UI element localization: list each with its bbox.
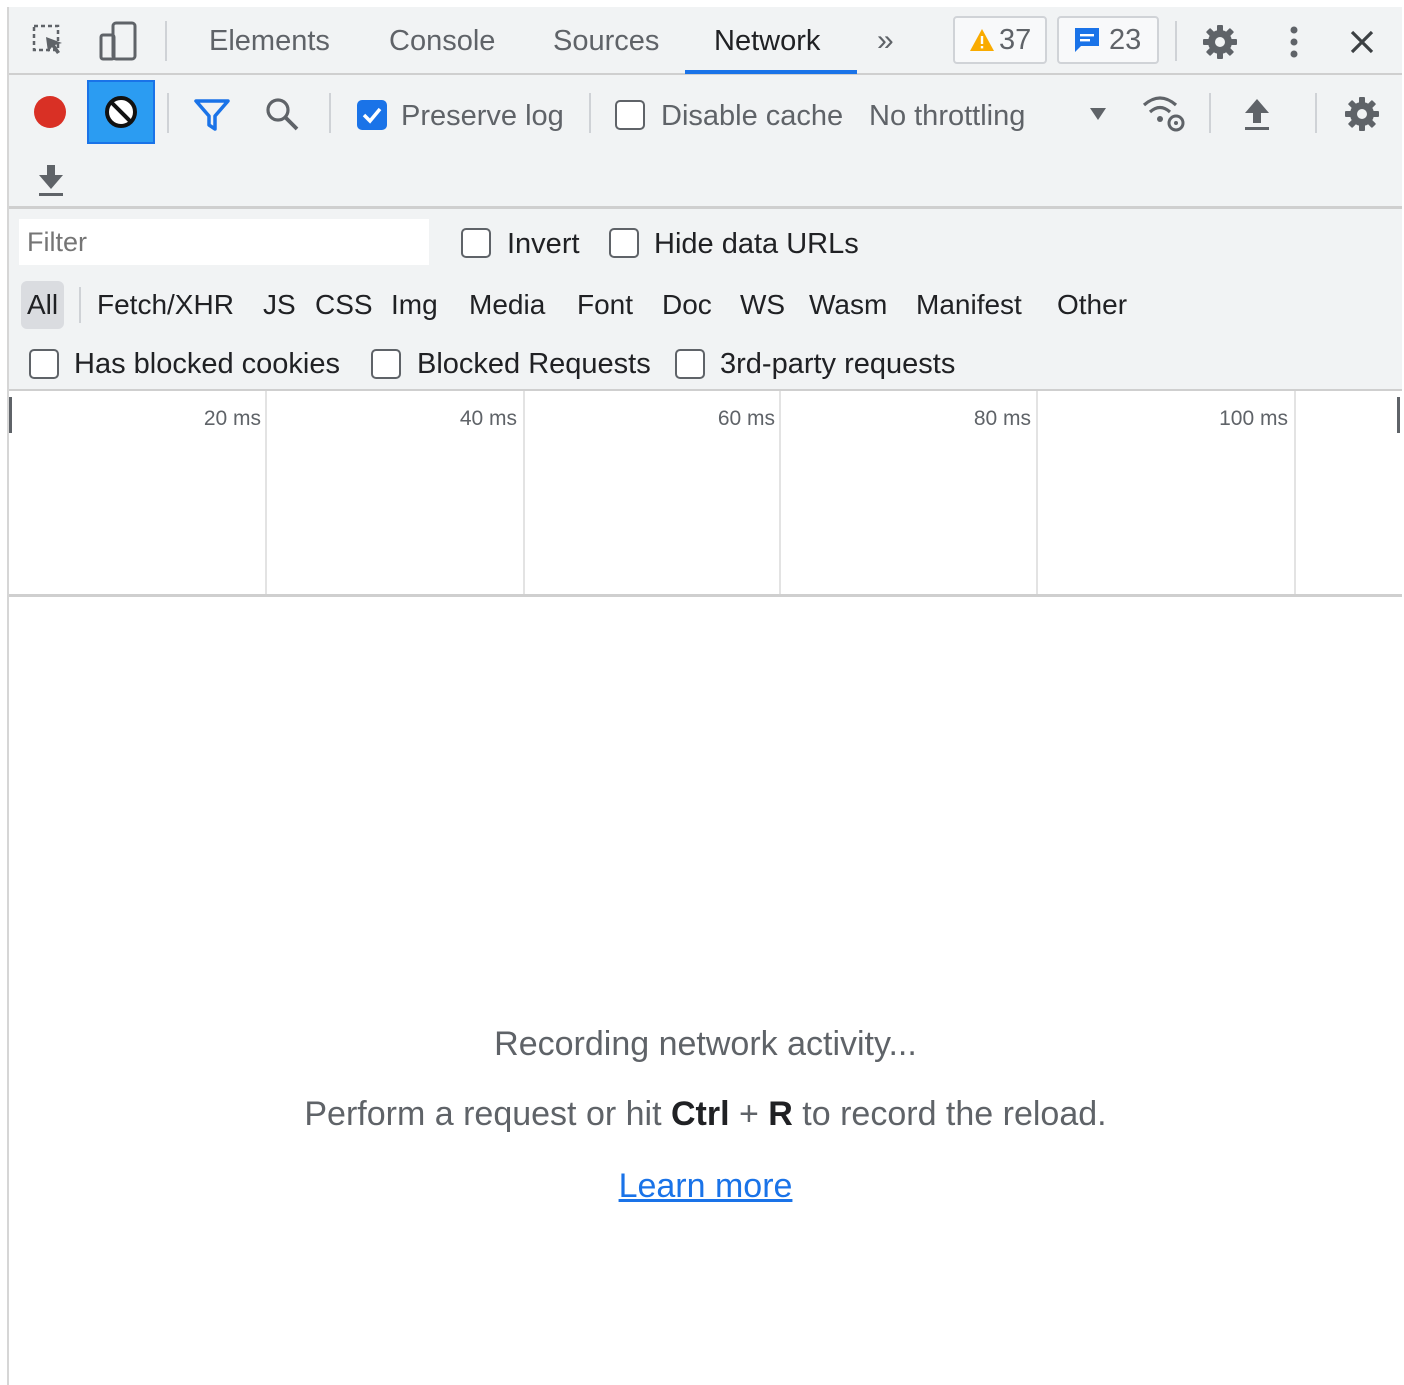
network-settings-gear-icon[interactable] <box>1341 93 1383 135</box>
tick-line <box>265 391 267 594</box>
type-filter-font[interactable]: Font <box>577 281 633 329</box>
search-icon[interactable] <box>261 93 303 135</box>
hide-data-urls-label: Hide data URLs <box>654 228 859 260</box>
tick-label: 60 ms <box>717 407 775 430</box>
type-filter-media[interactable]: Media <box>469 281 545 329</box>
tick-label: 20 ms <box>203 407 261 430</box>
type-filter-manifest[interactable]: Manifest <box>916 281 1022 329</box>
type-filter-doc[interactable]: Doc <box>662 281 712 329</box>
tick-line <box>1036 391 1038 594</box>
export-har-icon[interactable] <box>31 159 71 201</box>
devtools-tab-bar: Elements Console Sources Network » 37 23 <box>9 7 1402 75</box>
empty-state: Recording network activity... Perform a … <box>9 607 1402 1385</box>
inspect-element-icon[interactable] <box>29 21 69 61</box>
ctrl-key: Ctrl <box>670 1095 730 1133</box>
divider <box>1315 93 1317 133</box>
gear-icon[interactable] <box>1199 21 1241 63</box>
type-filter-ws[interactable]: WS <box>740 281 785 329</box>
message-icon <box>1075 28 1099 52</box>
tab-sources[interactable]: Sources <box>553 7 659 75</box>
network-overview-timeline[interactable]: 20 ms 40 ms 60 ms 80 ms 100 ms <box>9 391 1402 597</box>
blocked-requests-checkbox[interactable] <box>371 349 401 379</box>
warnings-badge[interactable]: 37 <box>953 16 1047 64</box>
warnings-count: 37 <box>999 23 1032 56</box>
kebab-menu-icon[interactable] <box>1279 21 1309 63</box>
messages-count: 23 <box>1109 23 1142 56</box>
blocked-requests-label: Blocked Requests <box>417 348 651 380</box>
type-filter-wasm[interactable]: Wasm <box>809 281 887 329</box>
reload-hint-prefix: Perform a request or hit <box>304 1095 671 1133</box>
tab-elements[interactable]: Elements <box>209 7 330 75</box>
filter-input[interactable] <box>19 219 429 265</box>
messages-badge[interactable]: 23 <box>1057 16 1159 64</box>
invert-label: Invert <box>507 228 580 260</box>
divider <box>167 93 169 133</box>
has-blocked-cookies-checkbox[interactable] <box>29 349 59 379</box>
type-filter-all[interactable]: All <box>21 281 65 329</box>
reload-hint: Perform a request or hit Ctrl + R to rec… <box>9 1095 1402 1134</box>
clear-icon[interactable] <box>87 80 155 144</box>
timeline-right-handle[interactable] <box>1397 397 1400 433</box>
divider <box>1175 21 1177 61</box>
type-filter-js[interactable]: JS <box>263 281 296 329</box>
divider <box>165 21 167 61</box>
tick-line <box>779 391 781 594</box>
preserve-log-label: Preserve log <box>401 100 564 132</box>
warning-icon <box>970 29 994 51</box>
tick-line <box>523 391 525 594</box>
third-party-requests-checkbox[interactable] <box>675 349 705 379</box>
preserve-log-checkbox[interactable] <box>357 100 387 130</box>
chevron-down-icon[interactable] <box>1085 101 1111 127</box>
learn-more-container: Learn more <box>9 1167 1402 1206</box>
reload-hint-suffix: to record the reload. <box>792 1095 1107 1133</box>
disable-cache-label: Disable cache <box>661 100 844 132</box>
active-tab-indicator <box>685 70 857 74</box>
type-filter-css[interactable]: CSS <box>315 281 373 329</box>
filter-bar: Invert Hide data URLs All Fetch/XHR JS C… <box>9 209 1402 391</box>
divider <box>1209 93 1211 133</box>
tick-line <box>1294 391 1296 594</box>
hide-data-urls-checkbox[interactable] <box>609 228 639 258</box>
tab-console[interactable]: Console <box>389 7 495 75</box>
learn-more-link[interactable]: Learn more <box>619 1167 793 1205</box>
devtools-window: Elements Console Sources Network » 37 23 <box>7 7 1402 1385</box>
import-har-icon[interactable] <box>1237 93 1277 135</box>
invert-checkbox[interactable] <box>461 228 491 258</box>
r-key: R <box>768 1095 793 1133</box>
tick-label: 80 ms <box>973 407 1031 430</box>
type-filter-other[interactable]: Other <box>1057 281 1127 329</box>
type-filter-fetch-xhr[interactable]: Fetch/XHR <box>97 281 234 329</box>
tick-label: 40 ms <box>459 407 517 430</box>
device-toolbar-icon[interactable] <box>97 19 141 63</box>
tab-network[interactable]: Network <box>714 7 820 75</box>
record-icon[interactable] <box>29 91 71 133</box>
throttling-select[interactable]: No throttling <box>869 99 1025 133</box>
filter-icon[interactable] <box>191 95 233 135</box>
third-party-requests-label: 3rd-party requests <box>720 348 956 380</box>
type-filter-img[interactable]: Img <box>391 281 438 329</box>
disable-cache-checkbox[interactable] <box>615 100 645 130</box>
divider <box>79 287 81 323</box>
recording-message: Recording network activity... <box>494 1025 917 1063</box>
timeline-left-handle[interactable] <box>9 397 12 433</box>
plus-sign: + <box>729 1095 769 1133</box>
divider <box>589 93 591 133</box>
tick-label: 100 ms <box>1219 407 1288 430</box>
has-blocked-cookies-label: Has blocked cookies <box>74 348 340 380</box>
network-toolbar: Preserve log Disable cache No throttling <box>9 75 1402 209</box>
divider <box>329 93 331 133</box>
network-conditions-icon[interactable] <box>1139 91 1187 135</box>
more-tabs-button[interactable]: » <box>877 7 894 75</box>
close-icon[interactable] <box>1343 23 1381 61</box>
